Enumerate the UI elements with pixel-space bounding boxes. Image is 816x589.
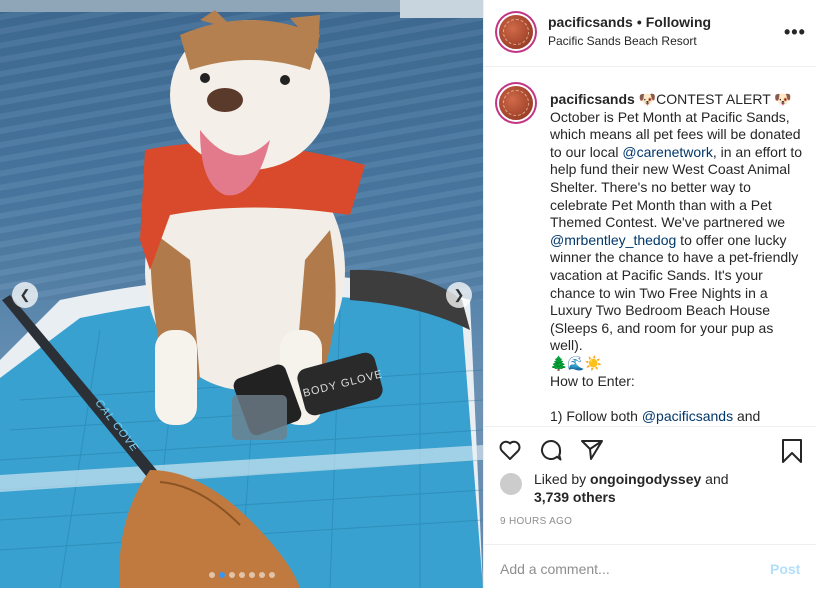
caption-part: and xyxy=(733,407,761,424)
mention-link[interactable]: @carenetwork xyxy=(622,144,712,160)
avatar-ring xyxy=(503,19,529,45)
comment-icon[interactable] xyxy=(539,438,563,462)
carousel-dot xyxy=(238,572,245,578)
more-options-icon[interactable]: ••• xyxy=(784,22,806,43)
post-timestamp[interactable]: 9 HOURS AGO xyxy=(500,516,572,527)
comment-bar: Add a comment... Post xyxy=(484,544,816,589)
post-image[interactable]: CAL COVE BODY GLOVE ❮ ❯ xyxy=(0,0,483,588)
carousel-prev-button[interactable]: ❮ xyxy=(12,282,38,308)
carousel-dot xyxy=(258,572,265,578)
post-side-panel: pacificsands • Following Pacific Sands Bea… xyxy=(483,0,816,588)
avatar[interactable] xyxy=(499,15,533,49)
location-link[interactable]: Pacific Sands Beach Resort xyxy=(548,34,697,48)
heart-icon[interactable] xyxy=(498,438,522,462)
mention-link[interactable]: @pacificsands xyxy=(642,408,733,424)
carousel-next-button[interactable]: ❯ xyxy=(446,282,472,308)
post-header: pacificsands • Following Pacific Sands Bea… xyxy=(484,0,816,67)
likes-text: Liked by ongoingodyssey and 3,739 others xyxy=(534,470,804,506)
action-bar xyxy=(484,428,816,468)
caption-text: pacificsands 🐶CONTEST ALERT 🐶 October is… xyxy=(550,91,808,425)
caption-part: to offer one lucky winner the chance to … xyxy=(550,231,799,354)
post-comment-button[interactable]: Post xyxy=(770,561,800,577)
carousel-dot xyxy=(268,572,275,578)
carousel-dot xyxy=(248,572,255,578)
caption-part: How to Enter: xyxy=(550,372,635,389)
header-title: pacificsands • Following xyxy=(548,14,711,30)
likes-and: and xyxy=(701,471,729,487)
chevron-left-icon: ❮ xyxy=(19,287,31,302)
header-username[interactable]: pacificsands xyxy=(548,14,633,30)
bookmark-icon[interactable] xyxy=(780,438,804,464)
caption-area: pacificsands 🐶CONTEST ALERT 🐶 October is… xyxy=(484,66,816,427)
emoji-row: 🌲🌊☀️ xyxy=(550,354,603,371)
caption-part: 1) Follow both xyxy=(550,407,642,424)
chevron-right-icon: ❯ xyxy=(453,287,465,302)
instagram-post-view: CAL COVE BODY GLOVE ❮ ❯ pacificsands • Fol… xyxy=(0,0,816,588)
liker-avatar[interactable] xyxy=(500,473,522,495)
carousel-indicator xyxy=(0,572,483,578)
mention-link[interactable]: @mrbentley_thedog xyxy=(550,232,676,248)
carousel-dot xyxy=(218,572,225,578)
carousel-dot xyxy=(208,572,215,578)
comment-input[interactable]: Add a comment... xyxy=(500,561,610,577)
avatar-ring xyxy=(503,90,529,116)
post-photo-illustration xyxy=(0,0,483,588)
caption-username[interactable]: pacificsands xyxy=(550,91,635,107)
following-button[interactable]: Following xyxy=(646,14,711,30)
liked-by-prefix: Liked by xyxy=(534,471,591,487)
likes-count-button[interactable]: 3,739 others xyxy=(534,489,616,505)
caption-avatar[interactable] xyxy=(499,86,533,120)
header-separator: • xyxy=(636,14,642,30)
liker-username[interactable]: ongoingodyssey xyxy=(590,471,701,487)
carousel-dot xyxy=(228,572,235,578)
paper-plane-icon[interactable] xyxy=(580,438,604,462)
